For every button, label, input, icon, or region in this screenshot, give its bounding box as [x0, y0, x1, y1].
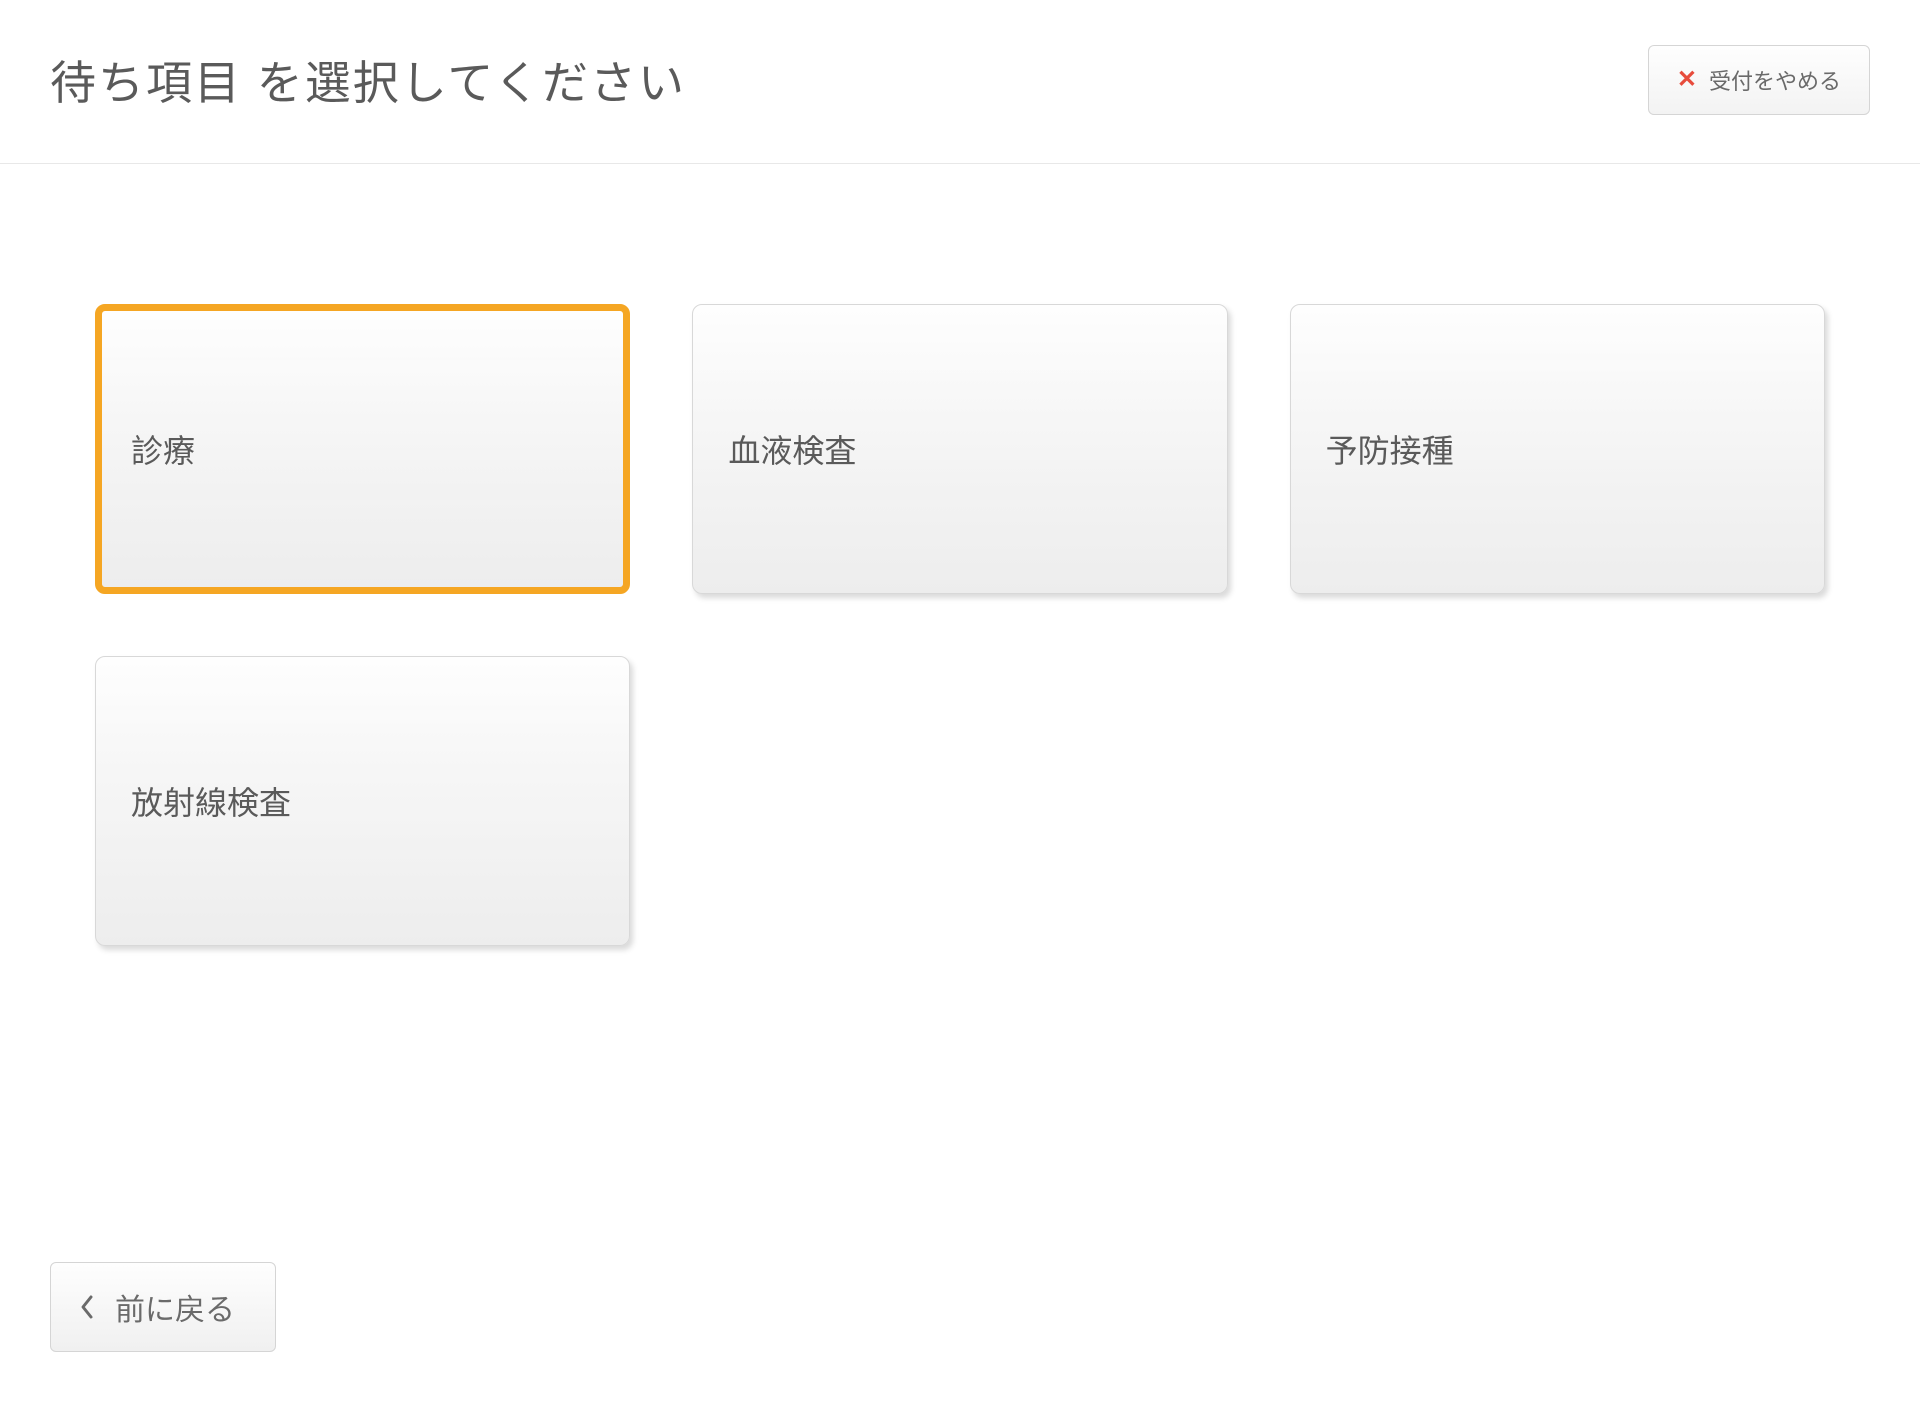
content-area: 診療 血液検査 予防接種 放射線検査: [0, 164, 1920, 946]
option-card-blood-test[interactable]: 血液検査: [692, 304, 1227, 594]
back-button-label: 前に戻る: [115, 1285, 235, 1329]
option-card-radiology[interactable]: 放射線検査: [95, 656, 630, 946]
option-card-vaccination[interactable]: 予防接種: [1290, 304, 1825, 594]
back-button[interactable]: 前に戻る: [50, 1262, 276, 1352]
option-label: 血液検査: [728, 433, 856, 469]
options-grid: 診療 血液検査 予防接種 放射線検査: [95, 304, 1825, 946]
close-icon: ✕: [1677, 68, 1697, 92]
cancel-button-label: 受付をやめる: [1709, 64, 1841, 96]
footer: 前に戻る: [50, 1262, 276, 1352]
chevron-left-icon: [79, 1294, 95, 1320]
cancel-reception-button[interactable]: ✕ 受付をやめる: [1648, 45, 1870, 115]
header: 待ち項目 を選択してください ✕ 受付をやめる: [0, 0, 1920, 164]
option-label: 放射線検査: [131, 785, 291, 821]
option-card-consultation[interactable]: 診療: [95, 304, 630, 594]
option-label: 予防接種: [1326, 433, 1454, 469]
option-label: 診療: [131, 433, 195, 469]
page-title: 待ち項目 を選択してください: [50, 47, 686, 113]
